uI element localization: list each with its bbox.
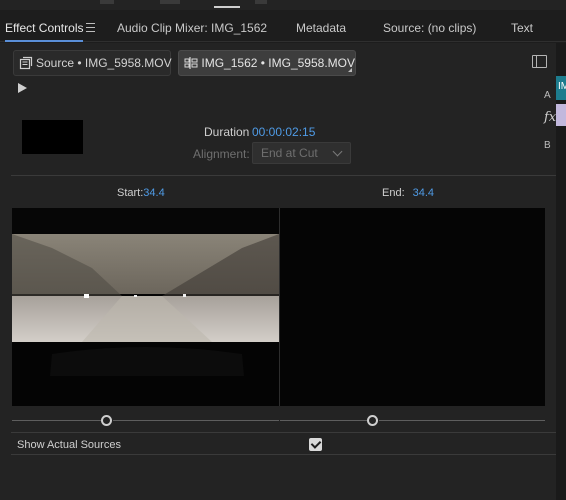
- timeline-clip-lavender[interactable]: [556, 104, 566, 126]
- effect-controls-panel: Source • IMG_5958.MOV IMG_1562 • IMG_595…: [0, 43, 556, 500]
- toggle-timeline-view-icon[interactable]: [532, 55, 547, 68]
- panel-tab-bar: Effect Controls Audio Clip Mixer: IMG_15…: [0, 14, 566, 42]
- divider: [11, 432, 556, 433]
- tab-metadata[interactable]: Metadata: [296, 14, 346, 42]
- source-clip-tab[interactable]: Source • IMG_5958.MOV: [13, 50, 172, 76]
- top-strip-glyph: [100, 0, 114, 4]
- end-value[interactable]: 34.4: [413, 187, 434, 199]
- chevron-down-icon: [332, 146, 343, 157]
- top-strip-glyph: [255, 0, 267, 4]
- start-slider-track[interactable]: [113, 420, 279, 421]
- start-slider-handle[interactable]: [101, 415, 112, 426]
- track-b-label: B: [544, 140, 551, 151]
- start-slider-track[interactable]: [12, 420, 101, 421]
- tab-effect-controls[interactable]: Effect Controls: [5, 14, 84, 42]
- tab-text[interactable]: Text: [511, 14, 533, 42]
- top-strip-glyph: [160, 0, 180, 4]
- track-a-label: A: [544, 90, 551, 101]
- divider: [11, 454, 556, 455]
- sequence-clip-tab[interactable]: IMG_1562 • IMG_5958.MOV: [178, 50, 356, 76]
- show-actual-sources-label: Show Actual Sources: [17, 439, 121, 451]
- tab-audio-clip-mixer[interactable]: Audio Clip Mixer: IMG_1562: [117, 14, 267, 42]
- top-strip-highlight: [214, 6, 240, 8]
- end-slider-handle[interactable]: [367, 415, 378, 426]
- end-slider-track[interactable]: [379, 420, 545, 421]
- end-preview-frame: [280, 208, 545, 406]
- duration-value[interactable]: 00:00:02:15: [252, 125, 315, 139]
- alignment-dropdown[interactable]: End at Cut: [252, 142, 351, 164]
- start-value[interactable]: 34.4: [143, 187, 164, 199]
- dropdown-corner-icon: [348, 68, 352, 72]
- show-actual-sources-checkbox[interactable]: [309, 438, 322, 451]
- start-label: Start:34.4: [117, 187, 165, 199]
- clip-selector-bar: Source • IMG_5958.MOV IMG_1562 • IMG_595…: [8, 47, 553, 81]
- duration-label: Duration: [204, 125, 250, 139]
- sequence-clip-label: IMG_1562 • IMG_5958.MOV: [201, 56, 355, 70]
- transition-thumbnail: [22, 120, 83, 154]
- alignment-label: Alignment:: [193, 147, 250, 161]
- top-window-strip: [0, 0, 566, 10]
- source-clip-icon: [19, 50, 33, 76]
- source-clip-label: Source • IMG_5958.MOV: [36, 56, 172, 70]
- fx-icon[interactable]: fx: [544, 110, 556, 125]
- timeline-clip-label: IM: [558, 81, 566, 92]
- end-slider-track[interactable]: [280, 420, 367, 421]
- panel-menu-icon[interactable]: [86, 20, 96, 34]
- alignment-value: End at Cut: [261, 146, 318, 160]
- end-label: End: 34.4: [382, 187, 435, 199]
- snowy-road-image: [12, 208, 279, 406]
- sequence-clip-icon: [184, 50, 198, 76]
- divider: [11, 175, 556, 176]
- start-preview-frame: [12, 208, 279, 406]
- play-transition-button[interactable]: [18, 83, 27, 93]
- tab-source[interactable]: Source: (no clips): [383, 14, 476, 42]
